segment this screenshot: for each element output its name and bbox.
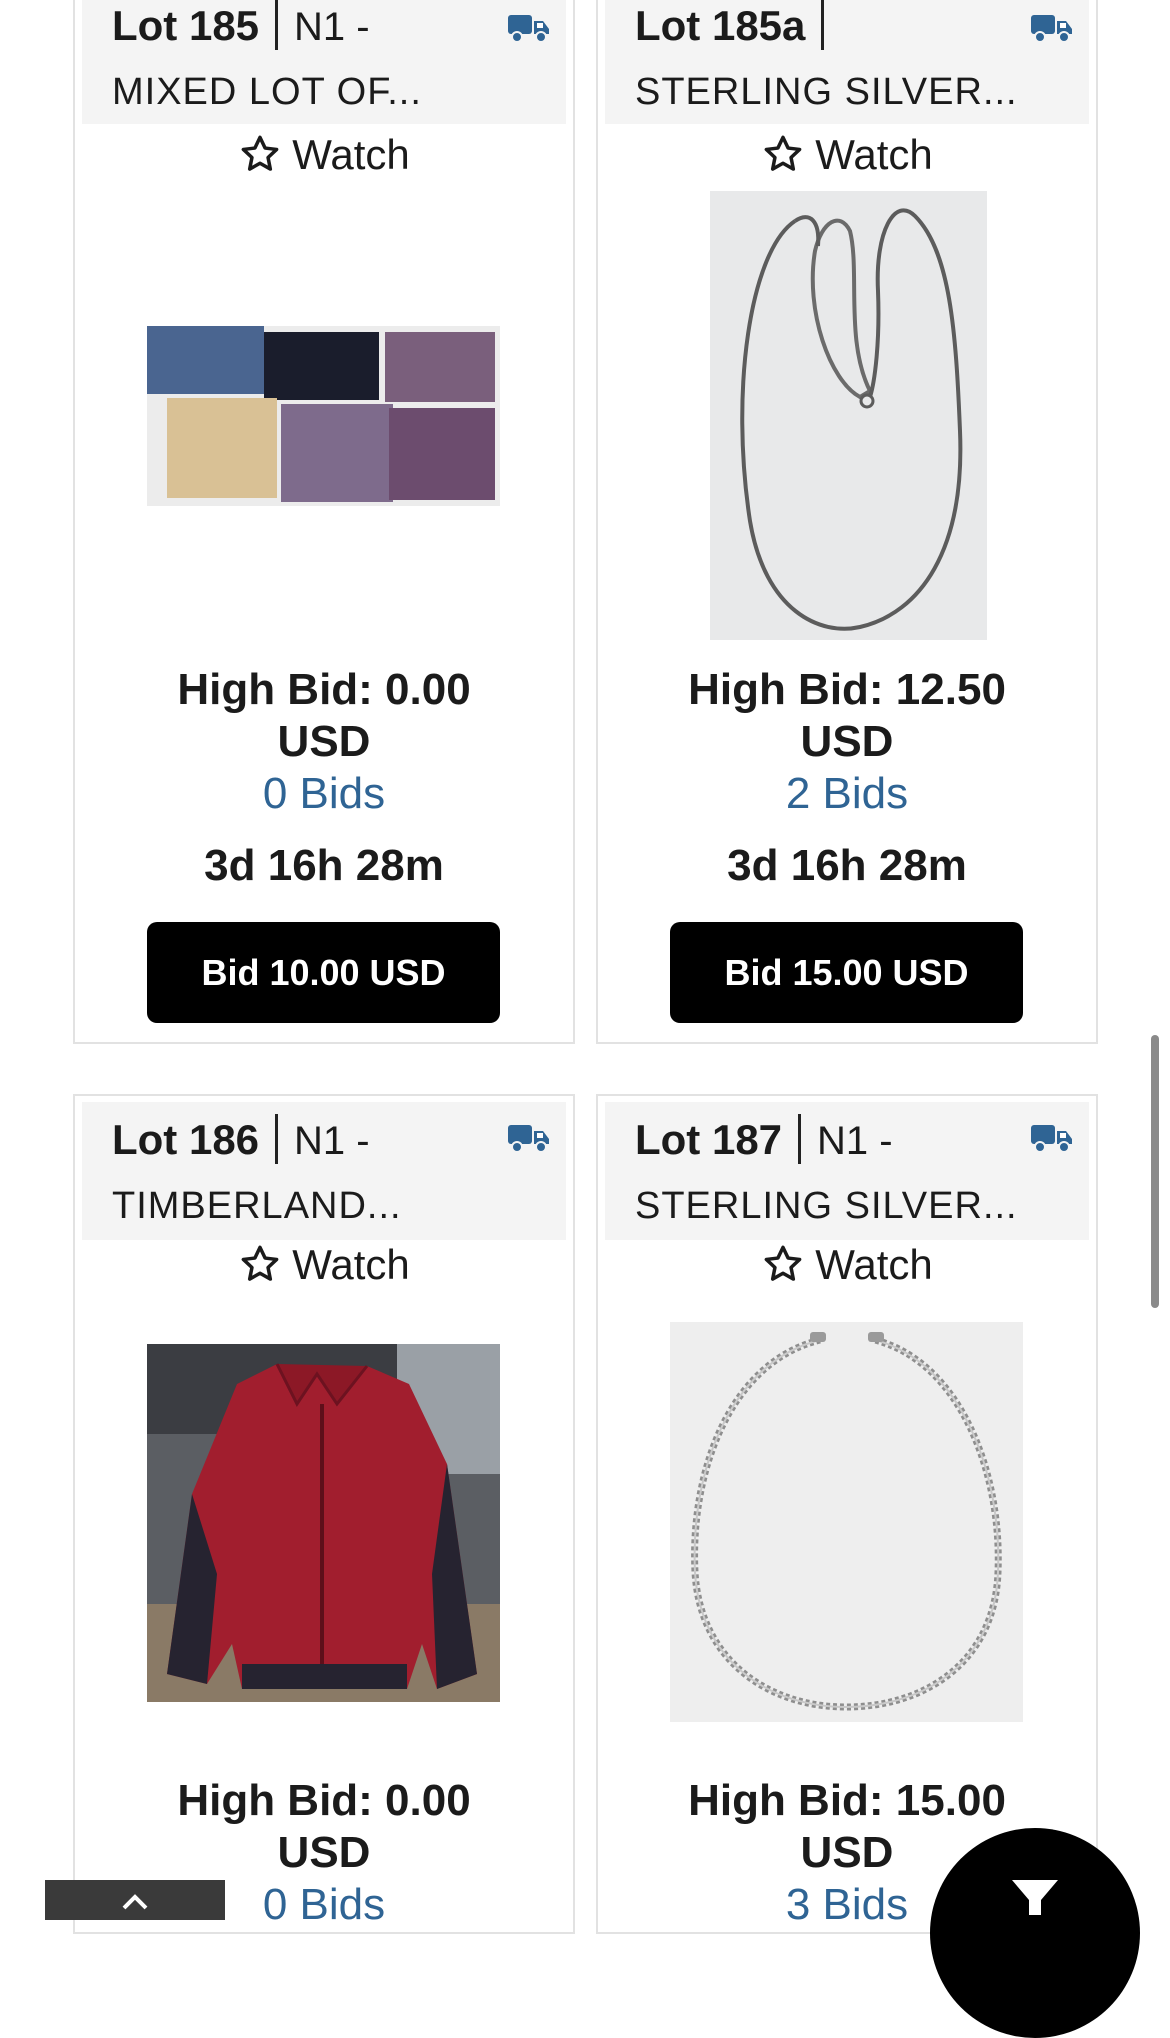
star-outline-icon	[764, 1245, 802, 1281]
watch-label: Watch	[292, 131, 410, 178]
high-bid-currency: USD	[277, 717, 371, 766]
filter-icon	[1012, 1880, 1058, 1915]
lot-number-line: Lot 185a	[635, 0, 840, 52]
watch-button[interactable]: Watch	[598, 1240, 1096, 1290]
lot-number-line: Lot 186 N1 -	[112, 1114, 370, 1166]
lot-card-header[interactable]: Lot 186 N1 - TIMBERLAND...	[82, 1102, 566, 1240]
filter-button[interactable]	[930, 1828, 1140, 2038]
star-outline-icon	[241, 135, 279, 171]
divider	[275, 0, 279, 50]
watch-button[interactable]: Watch	[598, 130, 1096, 180]
lot-card: Lot 186 N1 - TIMBERLAND... Watch High Bid…	[73, 1094, 575, 1934]
bids-count-link[interactable]: 2 Bids	[598, 768, 1096, 820]
time-remaining: 3d 16h 28m	[204, 841, 444, 890]
lot-code: N1 -	[294, 1119, 370, 1163]
star-outline-icon	[764, 135, 802, 171]
star-outline-icon	[241, 1245, 279, 1281]
lot-code: N1 -	[294, 5, 370, 49]
high-bid-currency: USD	[277, 1828, 371, 1877]
bids-count-link[interactable]: 0 Bids	[75, 768, 573, 820]
curb-chain-photo[interactable]	[670, 1322, 1023, 1722]
lot-title[interactable]: TIMBERLAND...	[112, 1184, 402, 1228]
truck-icon	[1031, 15, 1072, 43]
watch-label: Watch	[292, 1241, 410, 1288]
watch-label: Watch	[815, 131, 933, 178]
divider	[821, 0, 825, 50]
truck-icon	[1031, 1125, 1072, 1153]
lot-card-header[interactable]: Lot 185a STERLING SILVER...	[605, 0, 1089, 124]
lot-code: N1 -	[817, 1119, 893, 1163]
high-bid-amount: High Bid: 0.00	[177, 665, 471, 714]
lot-card: Lot 187 N1 - STERLING SILVER... Watch Hig…	[596, 1094, 1098, 1934]
lot-number: Lot 187	[635, 1116, 783, 1163]
silver-chain-photo[interactable]	[710, 191, 987, 640]
lot-title[interactable]: MIXED LOT OF...	[112, 70, 422, 114]
lot-card: Lot 185 N1 - MIXED LOT OF... Watch High B…	[73, 0, 575, 1044]
watch-button[interactable]: Watch	[75, 1240, 573, 1290]
lot-number: Lot 185	[112, 2, 260, 49]
lot-title[interactable]: STERLING SILVER...	[635, 70, 1018, 114]
bid-button[interactable]: Bid 15.00 USD	[670, 922, 1023, 1023]
chevron-up-icon	[122, 1894, 148, 1910]
divider	[275, 1114, 279, 1164]
truck-icon	[508, 15, 549, 43]
high-bid-amount: High Bid: 0.00	[177, 1776, 471, 1825]
high-bid-currency: USD	[800, 717, 894, 766]
divider	[798, 1114, 802, 1164]
scrollbar[interactable]	[1151, 1035, 1159, 1308]
bid-button[interactable]: Bid 10.00 USD	[147, 922, 500, 1023]
high-bid-amount: High Bid: 12.50	[688, 665, 1006, 714]
lot-number-line: Lot 187 N1 -	[635, 1114, 893, 1166]
lot-card: Lot 185a STERLING SILVER... Watch High B…	[596, 0, 1098, 1044]
watch-button[interactable]: Watch	[75, 130, 573, 180]
lot-number: Lot 186	[112, 1116, 260, 1163]
watch-label: Watch	[815, 1241, 933, 1288]
lot-card-header[interactable]: Lot 187 N1 - STERLING SILVER...	[605, 1102, 1089, 1240]
high-bid-amount: High Bid: 15.00	[688, 1776, 1006, 1825]
lot-card-header[interactable]: Lot 185 N1 - MIXED LOT OF...	[82, 0, 566, 124]
lot-title[interactable]: STERLING SILVER...	[635, 1184, 1018, 1228]
red-jacket-photo[interactable]	[147, 1344, 500, 1702]
time-remaining: 3d 16h 28m	[727, 841, 967, 890]
back-to-top-button[interactable]	[45, 1880, 225, 1920]
clothing-lot-photo[interactable]	[147, 326, 500, 506]
lot-number: Lot 185a	[635, 2, 806, 49]
lot-number-line: Lot 185 N1 -	[112, 0, 370, 52]
truck-icon	[508, 1125, 549, 1153]
